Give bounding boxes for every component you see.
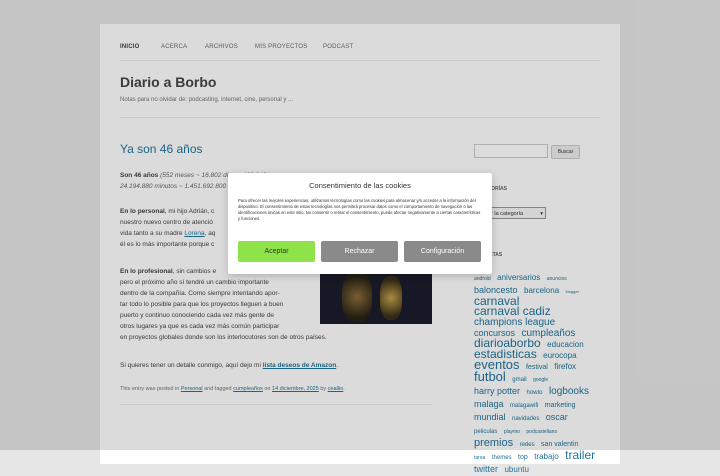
cookie-consent-dialog: Consentimiento de las cookies Para ofrec… (228, 173, 492, 274)
tag-link[interactable]: twitter (474, 464, 498, 474)
tag-link[interactable]: themes (492, 455, 512, 461)
tag-link[interactable]: top (518, 454, 528, 461)
tag-link[interactable]: tarea (474, 455, 485, 461)
tag-link[interactable]: trailer (565, 448, 595, 462)
accept-button[interactable]: Aceptar (238, 241, 315, 262)
cookie-dialog-title: Consentimiento de las cookies (309, 181, 411, 190)
reject-button[interactable]: Rechazar (321, 241, 398, 262)
configure-button[interactable]: Configuración (404, 241, 481, 262)
tag-link[interactable]: trabajo (534, 452, 558, 461)
tag-link[interactable]: ubuntu (504, 465, 528, 474)
cookie-dialog-body: Para ofrecer las mejores experiencias, u… (238, 198, 481, 221)
